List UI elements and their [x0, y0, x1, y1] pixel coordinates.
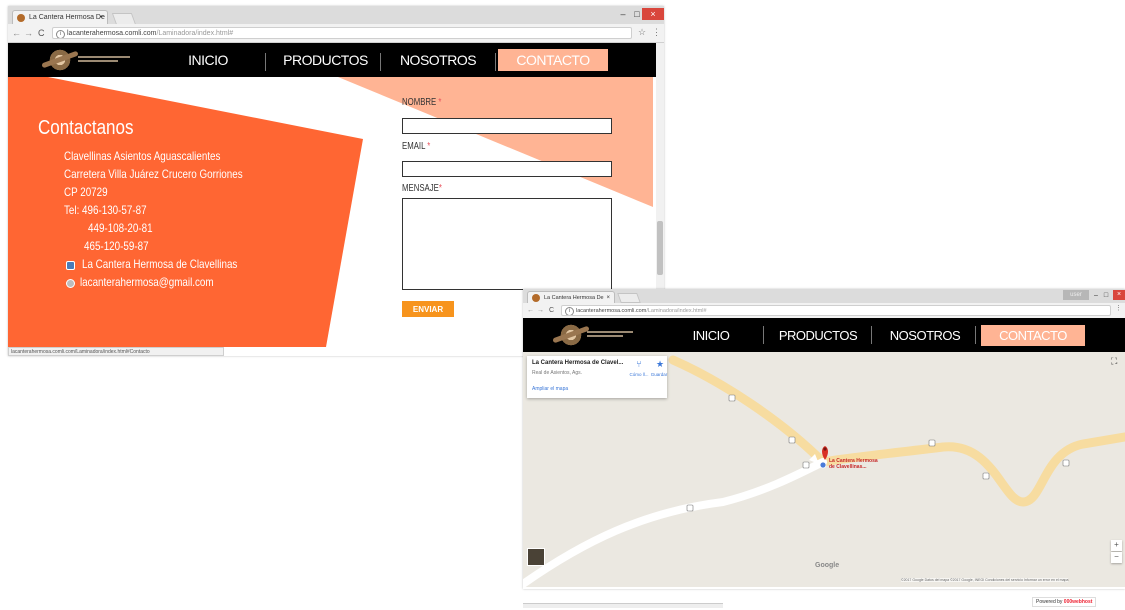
back-button[interactable]: ← — [12, 27, 21, 39]
nav-divider — [871, 326, 872, 344]
phone-line: 449-108-20-81 — [88, 221, 153, 235]
url-host: lacanterahermosa.comli.com — [67, 30, 157, 37]
place-address: Real de Asientos, Ags. — [532, 370, 583, 376]
address-toolbar: ← → C i lacanterahermosa.comli.com/Lamin… — [8, 24, 664, 43]
nav-inicio[interactable]: INICIO — [178, 43, 238, 77]
tab-close-icon[interactable]: × — [606, 292, 610, 303]
close-window-button[interactable]: × — [1113, 290, 1125, 300]
email-label: EMAIL * — [402, 141, 431, 152]
browser-tab[interactable]: La Cantera Hermosa De × — [527, 291, 615, 303]
nav-inicio[interactable]: INICIO — [683, 318, 739, 352]
google-map[interactable]: La Cantera Hermosa de Clavellinas... La … — [523, 352, 1125, 587]
message-label: MENSAJE* — [402, 183, 442, 194]
logo-text — [78, 56, 130, 58]
site-navbar: INICIO PRODUCTOS NOSOTROS CONTACTO — [523, 318, 1125, 352]
postal-code: CP 20729 — [64, 185, 108, 199]
nav-nosotros[interactable]: NOSOTROS — [393, 43, 483, 77]
facebook-link[interactable]: La Cantera Hermosa de Clavellinas — [82, 257, 237, 271]
info-icon[interactable]: i — [565, 307, 574, 315]
zoom-in-button[interactable]: + — [1111, 540, 1122, 551]
close-window-button[interactable]: × — [642, 8, 664, 20]
place-card: La Cantera Hermosa de Clavel... Real de … — [527, 356, 667, 398]
site-navbar: INICIO PRODUCTOS NOSOTROS CONTACTO — [8, 43, 664, 77]
message-textarea[interactable] — [402, 198, 612, 290]
bottom-status-strip — [523, 603, 723, 608]
site-logo[interactable] — [48, 48, 72, 72]
powered-by-text: Powered by — [1036, 599, 1063, 605]
scrollbar-thumb[interactable] — [657, 221, 663, 275]
minimize-button[interactable]: – — [616, 8, 630, 20]
url-path: /Laminadora/index.html# — [646, 308, 707, 314]
tab-strip: La Cantera Hermosa De × user – □ × — [523, 289, 1125, 303]
menu-icon[interactable]: ⋮ — [652, 27, 661, 38]
powered-by-badge[interactable]: Powered by 000webhost — [1032, 597, 1097, 607]
name-input[interactable] — [402, 118, 612, 134]
browser-window-map: La Cantera Hermosa De × user – □ × ← → C… — [523, 289, 1125, 589]
host-brand: 000webhost — [1063, 599, 1093, 605]
address-bar[interactable]: i lacanterahermosa.comli.com/Laminadora/… — [52, 27, 632, 39]
tab-title: La Cantera Hermosa De — [544, 295, 604, 301]
phone-line: 465-120-59-87 — [84, 239, 149, 253]
zoom-out-button[interactable]: − — [1111, 552, 1122, 563]
directions-icon[interactable]: ⑂ — [627, 359, 651, 369]
google-logo: Google — [815, 562, 840, 569]
nav-divider — [763, 326, 764, 344]
favicon-icon — [17, 14, 25, 22]
enlarge-map-link[interactable]: Ampliar el mapa — [532, 386, 568, 392]
map-terms[interactable]: ©2017 Google Datos del mapa ©2017 Google… — [901, 578, 1069, 582]
nav-contacto[interactable]: CONTACTO — [981, 325, 1085, 346]
place-title: La Cantera Hermosa de Clavel... — [532, 360, 624, 366]
back-button[interactable]: ← — [527, 305, 534, 317]
nav-contacto[interactable]: CONTACTO — [498, 49, 608, 71]
user-profile-button[interactable]: user — [1063, 290, 1089, 300]
reload-button[interactable]: C — [549, 305, 554, 317]
menu-icon[interactable]: ⋮ — [1115, 304, 1122, 312]
phone-line: Tel: 496-130-57-87 — [64, 203, 147, 217]
save-label[interactable]: Guardar — [648, 372, 670, 377]
info-icon[interactable]: i — [56, 30, 65, 38]
nav-divider — [265, 53, 266, 71]
favicon-icon — [532, 294, 540, 302]
maximize-button[interactable]: □ — [1101, 290, 1111, 302]
site-logo[interactable] — [559, 323, 583, 347]
reload-button[interactable]: C — [38, 27, 45, 39]
fullscreen-icon[interactable]: ⛶ — [1111, 356, 1121, 366]
address-line: Carretera Villa Juárez Crucero Gorriones — [64, 167, 243, 181]
tab-close-icon[interactable]: × — [99, 11, 103, 24]
browser-tab[interactable]: La Cantera Hermosa De × — [12, 10, 108, 24]
address-line: Clavellinas Asientos Aguascalientes — [64, 149, 221, 163]
send-button[interactable]: ENVIAR — [402, 301, 454, 317]
url-path: /Laminadora/index.html# — [156, 30, 234, 37]
address-toolbar: ← → C i lacanterahermosa.comli.com/Lamin… — [523, 303, 1125, 319]
email-link[interactable]: lacanterahermosa@gmail.com — [80, 275, 214, 289]
tab-title: La Cantera Hermosa De — [29, 14, 105, 21]
name-label: NOMBRE * — [402, 97, 442, 108]
nav-divider — [495, 53, 496, 71]
nav-divider — [975, 326, 976, 344]
status-bar: lacanterahermosa.comli.com/Laminadora/in… — [8, 347, 224, 356]
address-bar[interactable]: i lacanterahermosa.comli.com/Laminadora/… — [561, 305, 1111, 316]
facebook-icon[interactable] — [66, 261, 75, 270]
logo-text — [587, 331, 633, 333]
email-input[interactable] — [402, 161, 612, 177]
contact-heading: Contactanos — [38, 117, 134, 139]
save-star-icon[interactable]: ★ — [651, 359, 669, 370]
logo-text — [587, 335, 623, 337]
minimize-button[interactable]: – — [1091, 290, 1101, 302]
forward-button[interactable]: → — [24, 27, 33, 39]
satellite-toggle[interactable] — [527, 548, 545, 566]
nav-divider — [380, 53, 381, 71]
forward-button[interactable]: → — [537, 305, 544, 317]
email-icon — [66, 279, 75, 288]
nav-productos[interactable]: PRODUCTOS — [773, 318, 863, 352]
new-tab-button[interactable] — [617, 293, 641, 303]
place-label[interactable]: La Cantera Hermosa de Clavellinas... — [829, 458, 878, 470]
nav-nosotros[interactable]: NOSOTROS — [883, 318, 967, 352]
logo-text — [78, 60, 118, 62]
bookmark-star-icon[interactable]: ☆ — [638, 27, 646, 38]
url-host: lacanterahermosa.comli.com — [576, 308, 647, 314]
nav-productos[interactable]: PRODUCTOS — [278, 43, 373, 77]
tab-strip: La Cantera Hermosa De × – □ × — [8, 6, 664, 25]
